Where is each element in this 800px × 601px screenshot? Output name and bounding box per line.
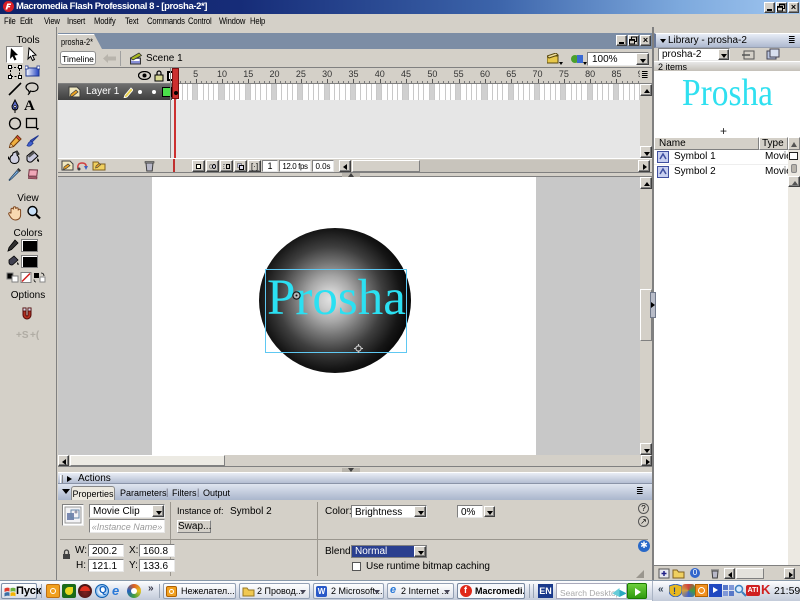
svg-text:!: ! (673, 586, 676, 596)
